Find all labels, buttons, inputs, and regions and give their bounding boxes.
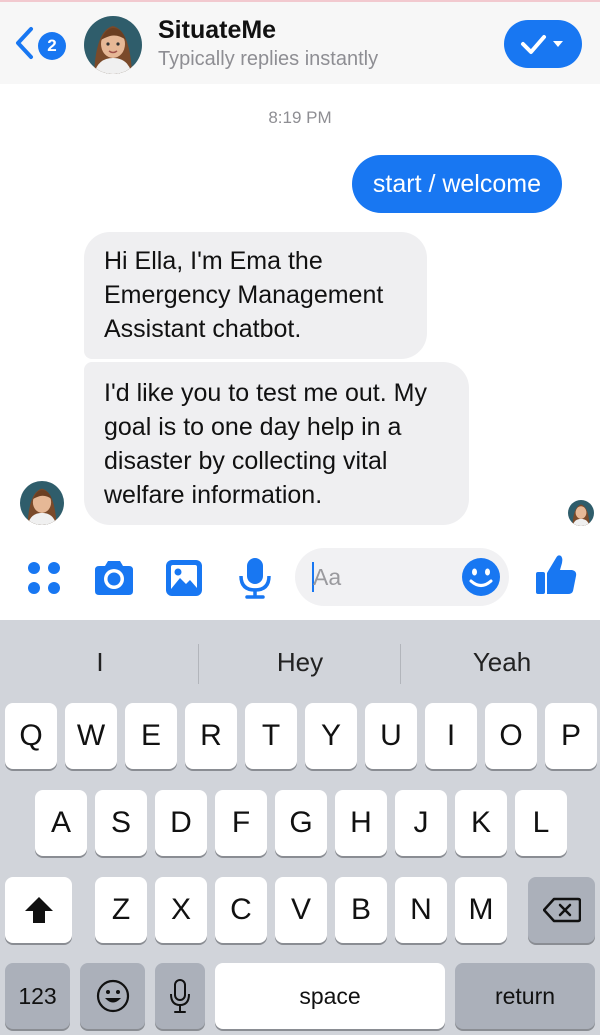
key-l[interactable]: L: [515, 790, 567, 856]
options-button[interactable]: [504, 20, 582, 68]
outgoing-message[interactable]: start / welcome: [351, 155, 562, 213]
backspace-icon: [542, 897, 581, 923]
shift-icon: [24, 897, 53, 923]
camera-icon[interactable]: [92, 556, 136, 600]
chat-subtitle: Typically replies instantly: [158, 48, 379, 70]
key-e[interactable]: E: [125, 703, 177, 769]
key-p[interactable]: P: [545, 703, 597, 769]
key-h[interactable]: H: [335, 790, 387, 856]
key-w[interactable]: W: [65, 703, 117, 769]
space-key[interactable]: space: [215, 963, 445, 1029]
numbers-key[interactable]: 123: [5, 963, 70, 1029]
key-t[interactable]: T: [245, 703, 297, 769]
key-d[interactable]: D: [155, 790, 207, 856]
shift-key[interactable]: [5, 877, 72, 943]
message-timestamp: 8:19 PM: [268, 108, 332, 127]
dictation-key[interactable]: [155, 963, 205, 1029]
key-s[interactable]: S: [95, 790, 147, 856]
key-n[interactable]: N: [395, 877, 447, 943]
onscreen-keyboard: I Hey Yeah Q W E R T Y U I O P A S D F G…: [0, 620, 600, 1035]
return-key[interactable]: return: [455, 963, 595, 1029]
key-y[interactable]: Y: [305, 703, 357, 769]
emoji-keyboard-key[interactable]: [80, 963, 145, 1029]
key-v[interactable]: V: [275, 877, 327, 943]
key-m[interactable]: M: [455, 877, 507, 943]
key-o[interactable]: O: [485, 703, 537, 769]
message-input[interactable]: [313, 560, 453, 594]
key-i[interactable]: I: [425, 703, 477, 769]
chevron-left-icon: [16, 27, 33, 59]
incoming-message[interactable]: Hi Ella, I'm Ema the Emergency Managemen…: [84, 232, 427, 359]
key-g[interactable]: G: [275, 790, 327, 856]
key-q[interactable]: Q: [5, 703, 57, 769]
check-dropdown-icon: [521, 35, 563, 54]
suggestion-item[interactable]: Hey: [200, 642, 400, 682]
message-input-container[interactable]: [295, 548, 509, 606]
thumbs-up-icon[interactable]: [534, 552, 578, 596]
backspace-key[interactable]: [528, 877, 595, 943]
key-u[interactable]: U: [365, 703, 417, 769]
suggestion-item[interactable]: Yeah: [402, 642, 600, 682]
key-x[interactable]: X: [155, 877, 207, 943]
sender-avatar: [20, 481, 64, 525]
key-j[interactable]: J: [395, 790, 447, 856]
incoming-message[interactable]: I'd like you to test me out. My goal is …: [84, 362, 469, 525]
suggestion-item[interactable]: I: [0, 642, 200, 682]
emoji-icon: [96, 979, 129, 1013]
divider: [400, 644, 401, 684]
back-button[interactable]: 2: [14, 24, 74, 64]
apps-icon[interactable]: [22, 556, 66, 600]
key-b[interactable]: B: [335, 877, 387, 943]
chat-header: 2 SituateMe Typically replies instantly: [0, 0, 600, 84]
read-receipt-avatar: [568, 500, 594, 526]
key-f[interactable]: F: [215, 790, 267, 856]
photo-icon[interactable]: [162, 556, 206, 600]
key-c[interactable]: C: [215, 877, 267, 943]
key-a[interactable]: A: [35, 790, 87, 856]
chat-title: SituateMe: [158, 16, 277, 44]
key-k[interactable]: K: [455, 790, 507, 856]
microphone-icon: [170, 979, 190, 1013]
divider: [198, 644, 199, 684]
avatar[interactable]: [84, 16, 142, 74]
unread-badge: 2: [38, 32, 66, 60]
predictive-bar: I Hey Yeah: [0, 620, 600, 700]
emoji-icon[interactable]: [460, 556, 502, 598]
composer-bar: [0, 540, 600, 620]
key-z[interactable]: Z: [95, 877, 147, 943]
key-r[interactable]: R: [185, 703, 237, 769]
microphone-icon[interactable]: [233, 556, 277, 600]
